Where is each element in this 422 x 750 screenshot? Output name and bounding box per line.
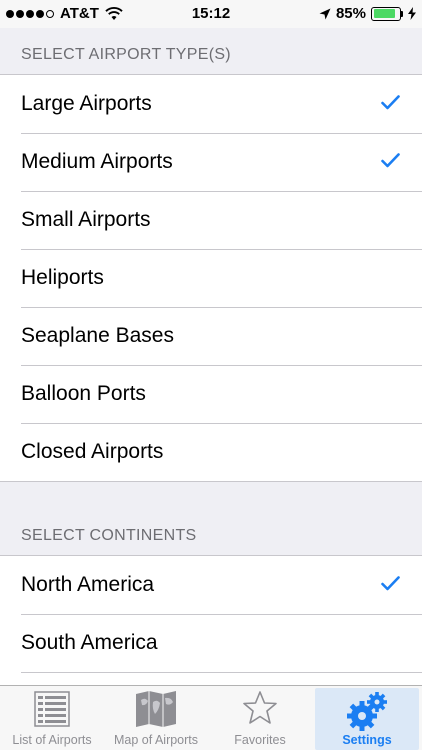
battery-percent: 85% <box>335 5 366 22</box>
option-small-airports[interactable]: Small Airports <box>0 191 422 249</box>
section-header-continents: SELECT CONTINENTS <box>21 527 197 544</box>
option-heliports[interactable]: Heliports <box>0 249 422 307</box>
option-label: Seaplane Bases <box>21 324 174 347</box>
location-arrow-icon <box>319 8 331 19</box>
option-label: North America <box>21 573 155 596</box>
option-south-america[interactable]: South America <box>0 614 422 672</box>
tab-label: Map of Airports <box>113 733 199 747</box>
option-north-america[interactable]: North America <box>0 556 422 614</box>
option-label: Large Airports <box>21 92 152 115</box>
option-medium-airports[interactable]: Medium Airports <box>0 133 422 191</box>
option-label: Closed Airports <box>21 440 164 463</box>
checkmark-icon <box>381 576 400 591</box>
option-label: Balloon Ports <box>21 382 146 405</box>
charging-bolt-icon <box>408 7 416 20</box>
tab-label: Settings <box>342 733 392 747</box>
battery-icon <box>371 6 403 21</box>
checkmark-icon <box>381 95 400 110</box>
status-right: 85% <box>319 5 416 22</box>
section-header-airport-types: SELECT AIRPORT TYPE(S) <box>21 46 231 63</box>
tab-label: Favorites <box>234 733 286 747</box>
option-label: Medium Airports <box>21 150 173 173</box>
airport-types-group: Large Airports Medium Airports Small Air… <box>0 74 422 482</box>
map-icon <box>136 691 176 727</box>
tab-favorites[interactable]: Favorites <box>208 686 312 750</box>
star-icon <box>243 691 277 724</box>
option-seaplane-bases[interactable]: Seaplane Bases <box>0 307 422 365</box>
status-bar: AT&T 15:12 85% <box>0 0 422 28</box>
option-balloon-ports[interactable]: Balloon Ports <box>0 365 422 423</box>
settings-list[interactable]: SELECT AIRPORT TYPE(S) Large Airports Me… <box>0 28 422 685</box>
gears-icon <box>347 692 387 731</box>
tab-settings[interactable]: Settings <box>315 688 419 750</box>
option-closed-airports[interactable]: Closed Airports <box>0 423 422 481</box>
checkmark-icon <box>381 153 400 168</box>
option-next-continent[interactable] <box>0 672 422 685</box>
option-large-airports[interactable]: Large Airports <box>0 75 422 133</box>
option-label: Small Airports <box>21 208 151 231</box>
tab-map-of-airports[interactable]: Map of Airports <box>104 686 208 750</box>
option-label: Heliports <box>21 266 104 289</box>
list-icon <box>34 691 70 727</box>
continents-group: North America South America <box>0 555 422 685</box>
tab-list-of-airports[interactable]: List of Airports <box>0 686 104 750</box>
tab-bar: List of Airports Map of Airports Favorit… <box>0 685 422 750</box>
tab-label: List of Airports <box>12 733 92 747</box>
option-label: South America <box>21 631 158 654</box>
